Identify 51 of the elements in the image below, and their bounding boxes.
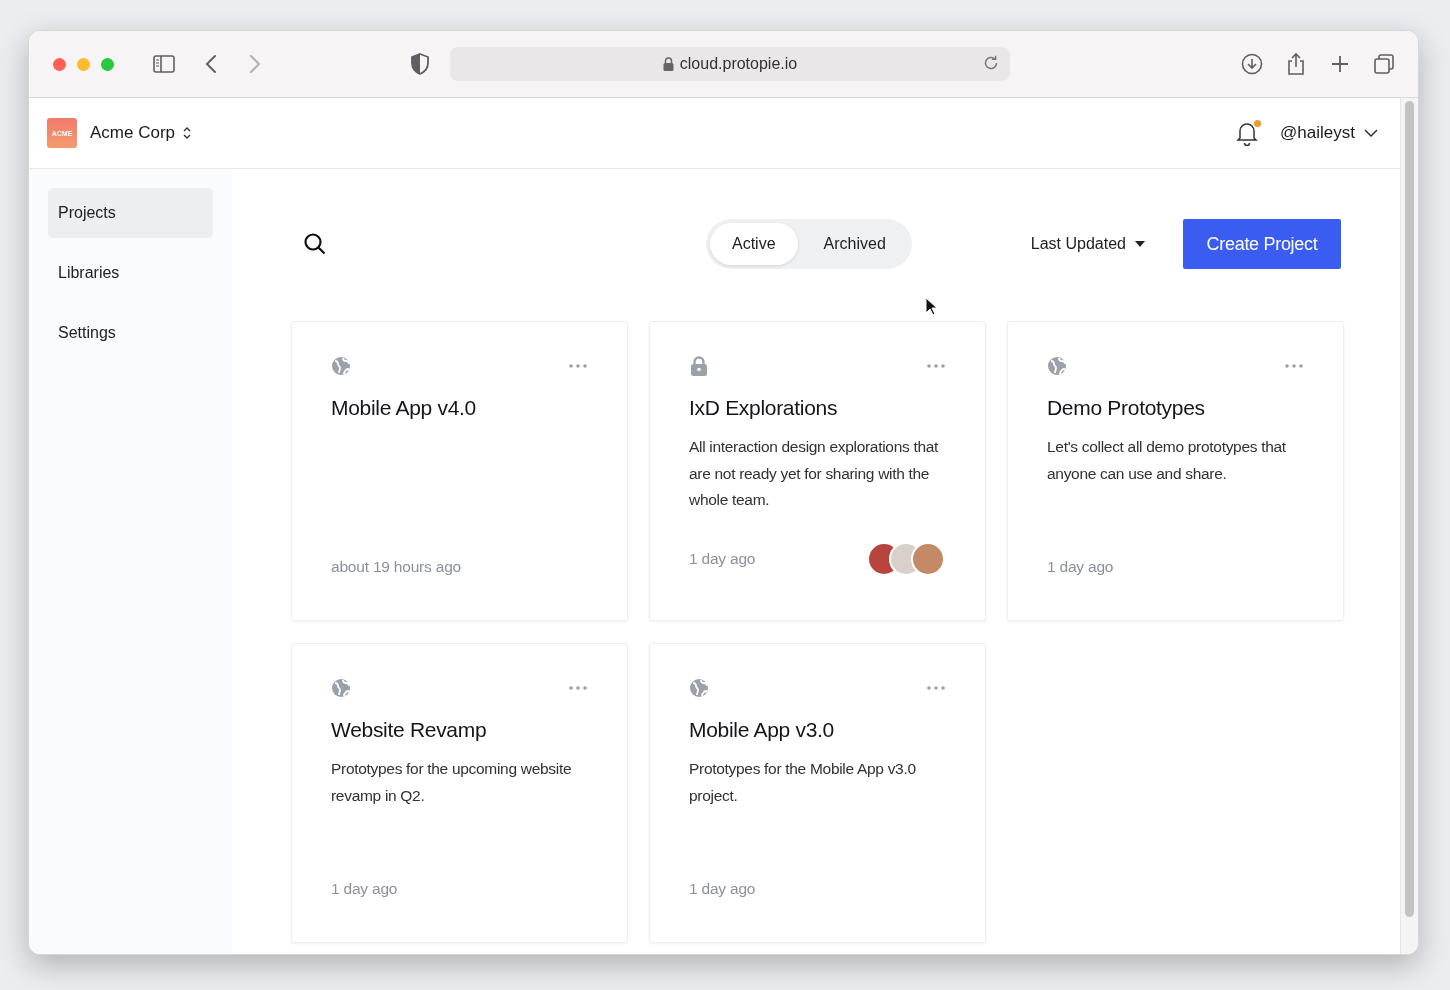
sort-dropdown[interactable]: Last Updated [1030,235,1145,253]
address-bar[interactable]: cloud.protopie.io [450,47,1010,81]
project-card[interactable]: Mobile App v3.0 Prototypes for the Mobile App v3.0 project. 1 day ago [649,643,986,943]
shield-icon[interactable] [408,52,432,76]
sidebar-toggle-icon[interactable] [152,52,176,76]
mouse-cursor-icon [925,297,939,317]
create-project-button[interactable]: Create Project [1183,219,1341,269]
project-title: Website Revamp [331,718,488,742]
sidebar-item[interactable]: Settings [48,308,213,358]
scrollbar-thumb[interactable] [1405,101,1414,917]
more-icon[interactable] [569,364,587,368]
search-icon[interactable] [304,233,326,255]
lock-icon [662,57,674,71]
bell-icon[interactable] [1235,120,1260,146]
project-title: Demo Prototypes [1047,396,1206,420]
project-card[interactable]: Demo Prototypes Let's collect all demo prototypes that anyone can use and share. 1 day ago [1007,321,1344,621]
more-icon[interactable] [1285,364,1303,368]
project-description: Prototypes for the upcoming website revamp in Q2. [331,759,573,806]
scrollbar[interactable] [1400,98,1418,954]
more-icon[interactable] [927,364,945,368]
user-menu[interactable]: @haileyst [1280,123,1378,143]
updated-time: about 19 hours ago [331,558,461,576]
project-title: Mobile App v3.0 [689,718,835,742]
more-icon[interactable] [569,686,587,690]
project-title: IxD Explorations [689,396,839,420]
url-text: cloud.protopie.io [679,55,798,73]
sidebar-item[interactable]: Projects [48,188,213,238]
project-title: Mobile App v4.0 [331,396,477,420]
caret-icon [1135,241,1145,247]
project-card[interactable]: Mobile App v4.0 about 19 hours ago [291,321,628,621]
updated-time: 1 day ago [331,880,398,898]
tab[interactable]: Archived [801,223,908,265]
workspace-switcher[interactable]: Acme Corp [90,123,192,143]
project-description: Let's collect all demo prototypes that anyone can use and share. [1047,437,1287,484]
chevron-down-icon [1364,129,1378,137]
minimize-button[interactable] [77,57,90,71]
updated-time: 1 day ago [1047,558,1114,576]
project-description: All interaction design explorations that are not ready yet for sharing with the whole team. [689,437,940,510]
tab[interactable]: Active [710,223,798,265]
more-icon[interactable] [927,686,945,690]
updated-time: 1 day ago [689,880,756,898]
sidebar-item[interactable]: Libraries [48,248,213,298]
updated-time: 1 day ago [689,550,756,568]
sort-arrows-icon [183,126,192,140]
project-card[interactable]: Website Revamp Prototypes for the upcoming website revamp in Q2. 1 day ago [291,643,628,943]
close-button[interactable] [53,57,66,71]
download-icon[interactable] [1240,52,1264,76]
project-description: Prototypes for the Mobile App v3.0 project. [689,759,917,806]
tabs-overview-icon[interactable] [1372,52,1396,76]
project-card[interactable]: IxD Explorations All interaction design explorations that are not ready yet for sharing with the whole team. 1 day ago [649,321,986,621]
maximize-button[interactable] [101,57,114,71]
